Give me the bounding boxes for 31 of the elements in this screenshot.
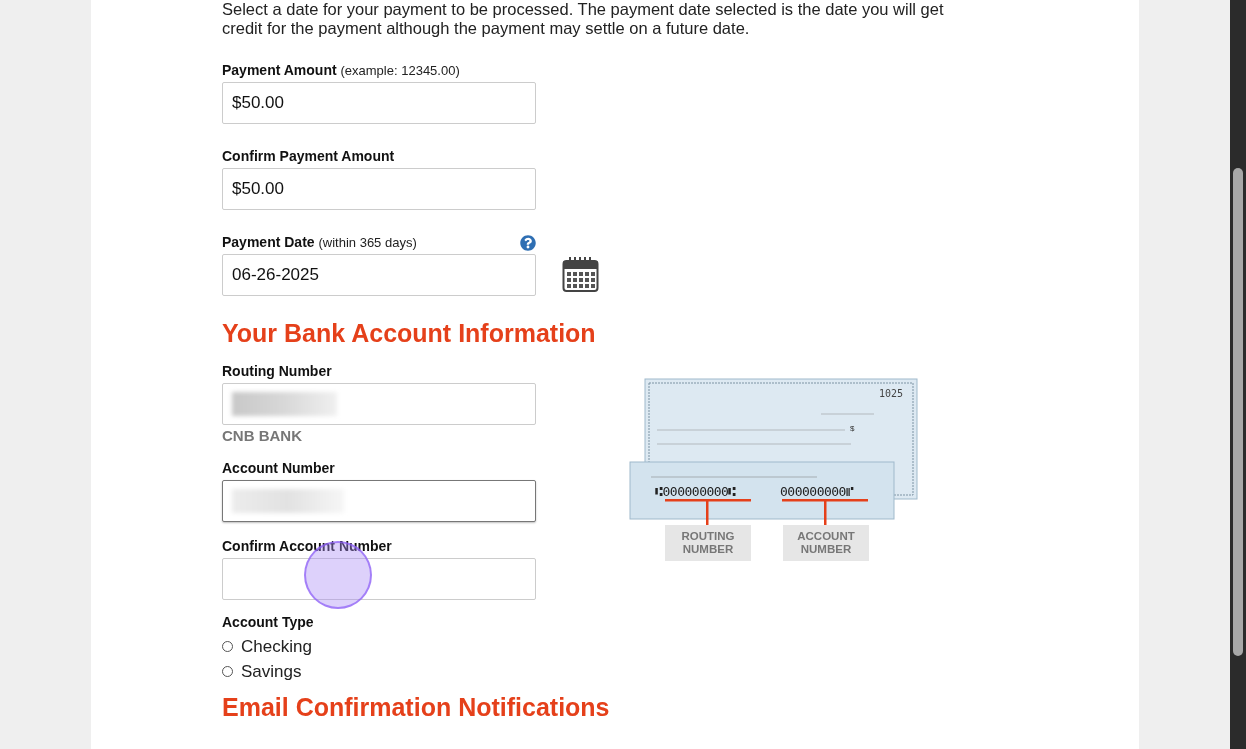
check-number: 1025 <box>879 388 904 399</box>
routing-number-caption: ROUTING NUMBER <box>681 530 735 555</box>
field-label: Confirm Payment Amount <box>222 148 395 165</box>
field-label: Payment Amount (example: 12345.00) <box>222 62 460 79</box>
radio-option[interactable]: Checking <box>222 634 536 659</box>
account-number-caption: ACCOUNT NUMBER <box>797 530 855 555</box>
radio-option[interactable]: Savings <box>222 659 536 684</box>
input-field[interactable] <box>222 480 536 522</box>
scrollbar-thumb[interactable] <box>1233 168 1243 656</box>
account-digits: 000000000⑈ <box>780 484 854 499</box>
field-label: Routing Number <box>222 363 332 380</box>
field-label: Payment Date (within 365 days) <box>222 234 417 251</box>
section-heading: Your Bank Account Information <box>222 318 597 348</box>
input-field[interactable] <box>222 383 536 425</box>
calendar-icon[interactable] <box>562 257 599 293</box>
routing-digits: ⑆000000000⑆ <box>655 484 736 499</box>
section-heading: Email Confirmation Notifications <box>222 692 611 722</box>
input-field[interactable]: $50.00 <box>222 168 536 210</box>
input-field[interactable] <box>222 558 536 600</box>
scrollbar[interactable] <box>1230 0 1246 749</box>
radio-button[interactable] <box>222 641 233 652</box>
input-field[interactable]: 06-26-2025 <box>222 254 536 296</box>
help-icon[interactable] <box>520 234 536 251</box>
instructions-text: Select a date for your payment to be processed. The payment date selected is the date you will get credit for the payment although the payment may settle on a future date. <box>222 0 945 38</box>
currency-sign: $ <box>850 424 855 433</box>
input-field[interactable]: $50.00 <box>222 82 536 124</box>
radio-button[interactable] <box>222 666 233 677</box>
field-label: Account Number <box>222 460 335 477</box>
field-label: Account Type <box>222 614 314 631</box>
bank-name: CNB BANK <box>222 427 303 444</box>
field-label: Confirm Account Number <box>222 538 392 555</box>
